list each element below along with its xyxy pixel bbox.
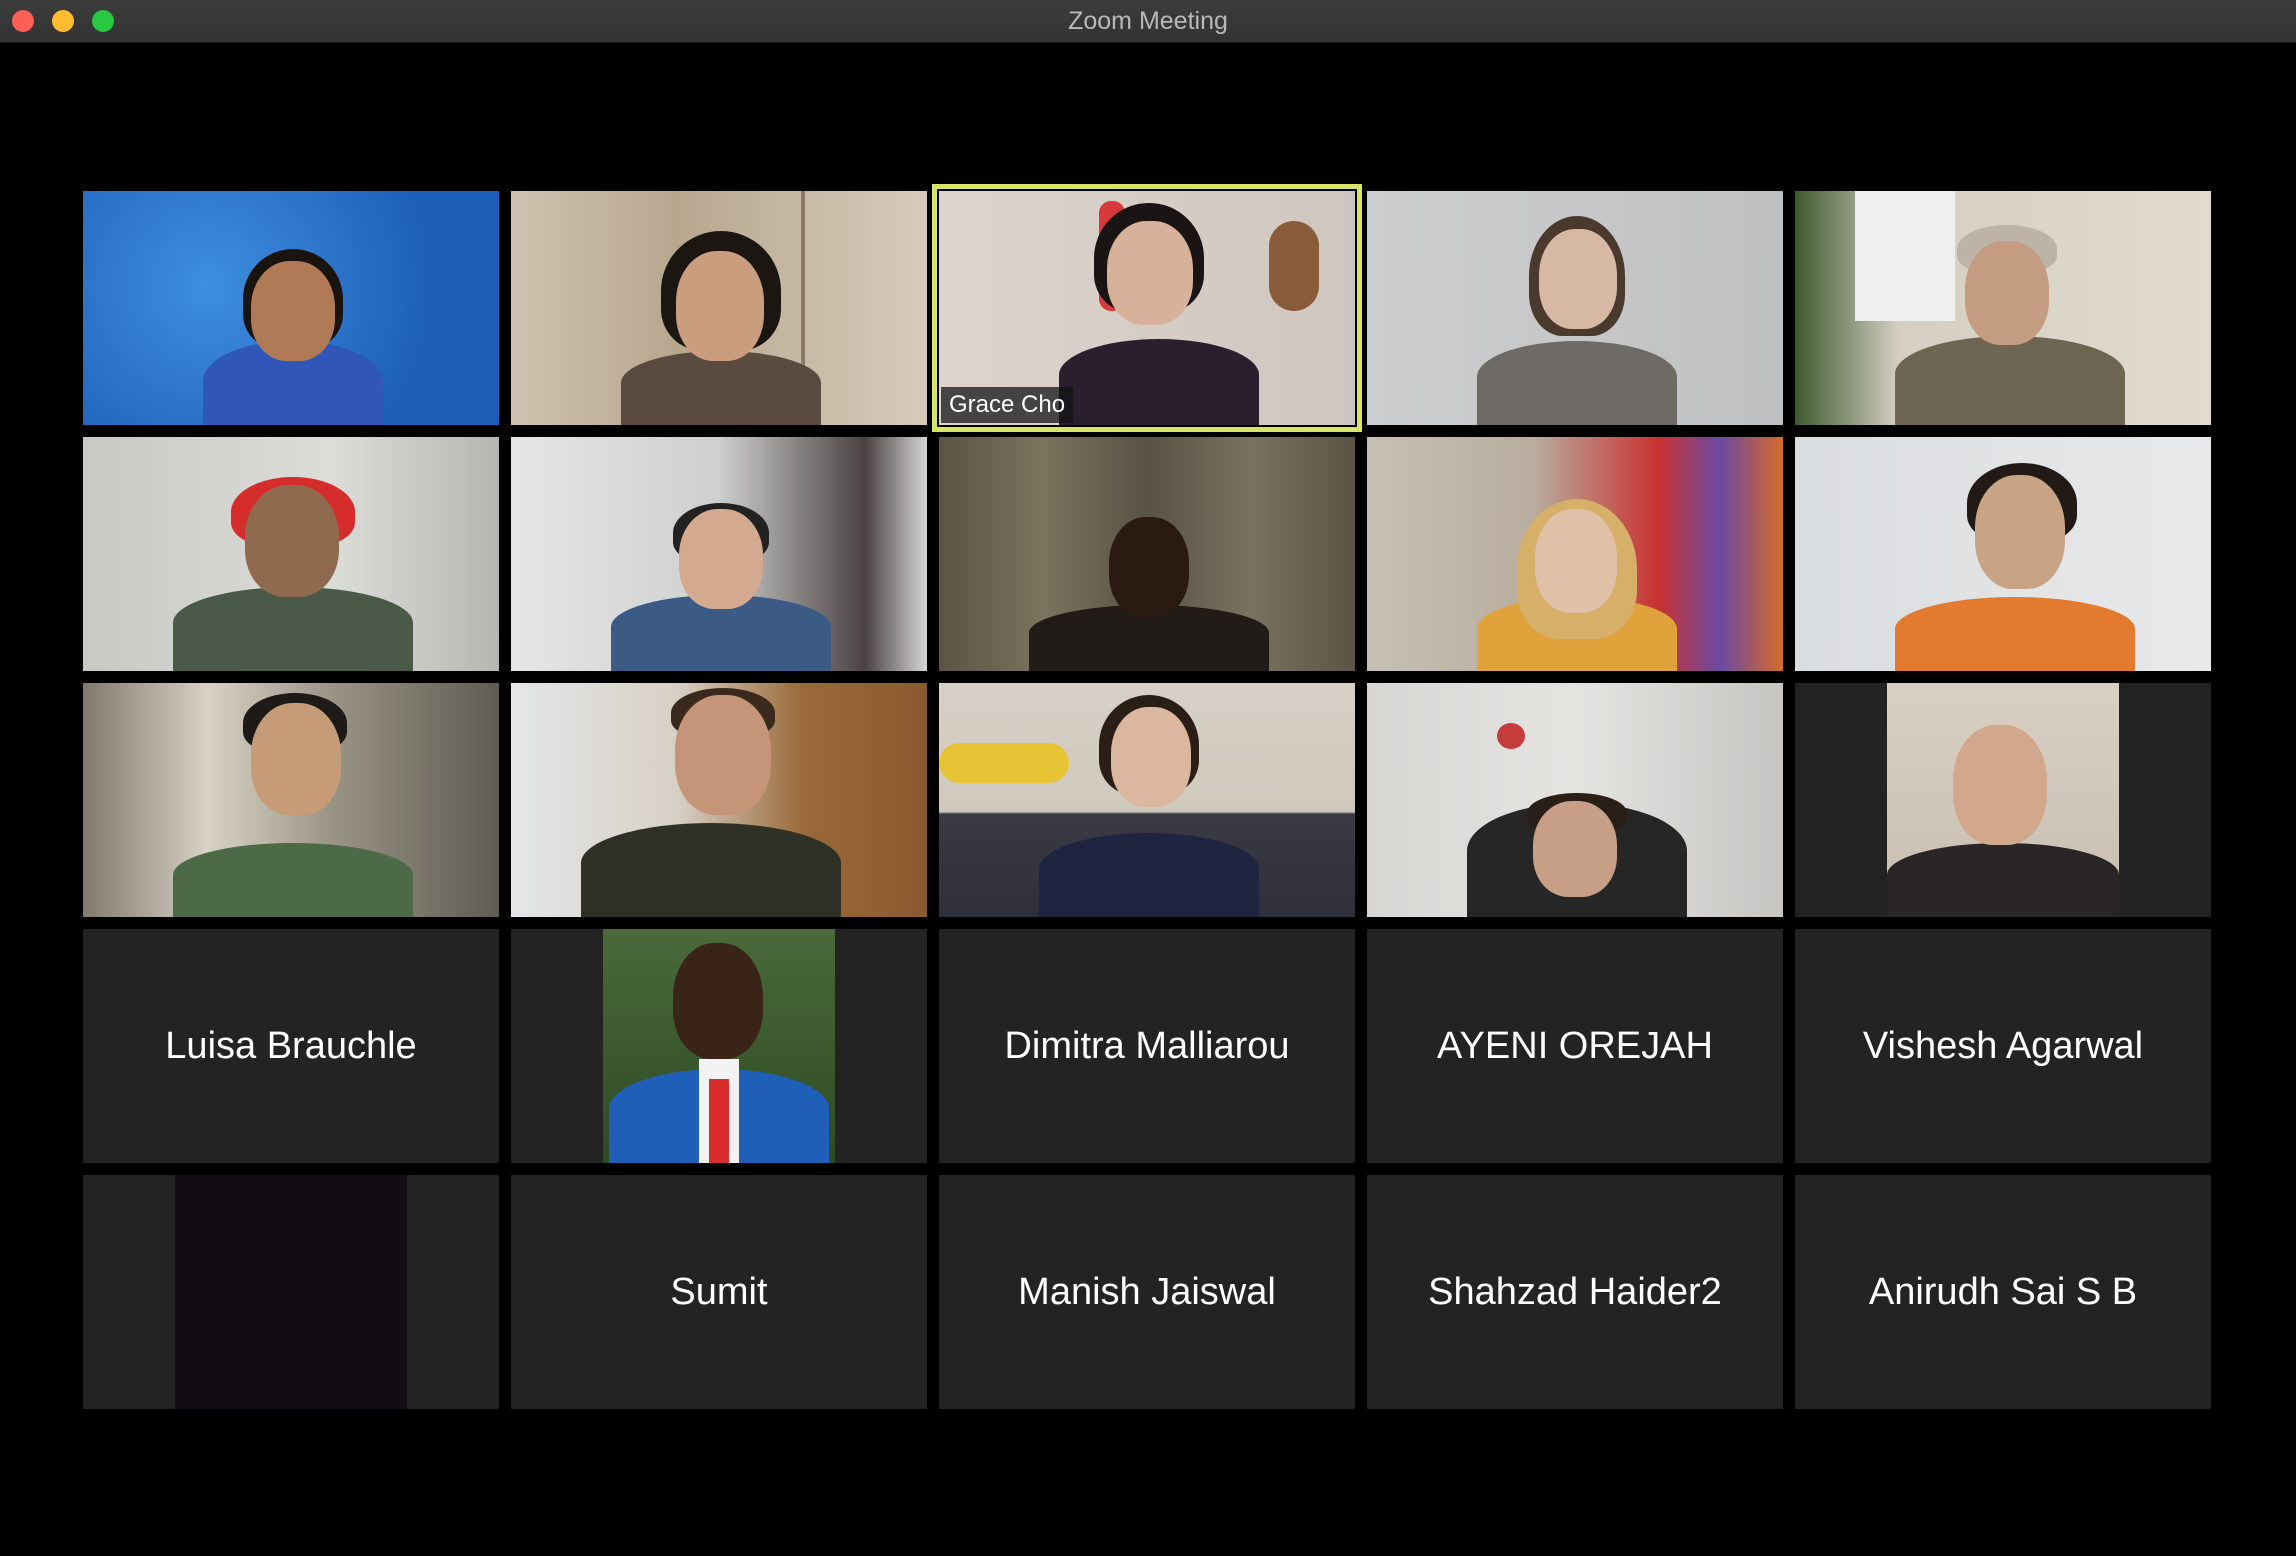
participant-tile[interactable] bbox=[939, 683, 1355, 917]
participant-tile[interactable] bbox=[511, 191, 927, 425]
participant-tile[interactable]: Shahzad Haider2 bbox=[1367, 1175, 1783, 1409]
participant-video bbox=[1887, 683, 2119, 917]
participant-profile-photo bbox=[603, 929, 835, 1163]
participant-video bbox=[511, 437, 927, 671]
participant-tile[interactable] bbox=[1795, 683, 2211, 917]
participant-tile[interactable] bbox=[1367, 191, 1783, 425]
participant-tile[interactable] bbox=[1795, 191, 2211, 425]
participant-tile[interactable] bbox=[511, 683, 927, 917]
participant-video bbox=[83, 437, 499, 671]
window-title: Zoom Meeting bbox=[1068, 7, 1228, 35]
participant-video bbox=[1795, 191, 2211, 425]
participant-name: Luisa Brauchle bbox=[165, 1024, 417, 1067]
participant-name: Manish Jaiswal bbox=[1018, 1270, 1276, 1313]
participant-tile[interactable]: AYENI OREJAH bbox=[1367, 929, 1783, 1163]
participant-video bbox=[511, 191, 927, 425]
participant-tile[interactable] bbox=[1367, 683, 1783, 917]
participant-name: Vishesh Agarwal bbox=[1862, 1024, 2144, 1067]
participant-name: Shahzad Haider2 bbox=[1428, 1270, 1722, 1313]
participant-name: Sumit bbox=[670, 1270, 768, 1313]
participant-tile[interactable]: Vishesh Agarwal bbox=[1795, 929, 2211, 1163]
participant-tile[interactable] bbox=[511, 437, 927, 671]
participant-name-label: Grace Cho bbox=[941, 387, 1074, 423]
participant-video bbox=[175, 1175, 407, 1409]
participant-tile[interactable] bbox=[83, 191, 499, 425]
participant-video bbox=[83, 683, 499, 917]
zoom-meeting-window: Zoom Meeting Grace Cho Luisa Brauchle Di… bbox=[0, 0, 2296, 1556]
gallery-view: Grace Cho Luisa Brauchle Dimitra Malliar… bbox=[83, 184, 2213, 1409]
participant-tile[interactable] bbox=[83, 683, 499, 917]
participant-tile[interactable]: Anirudh Sai S B bbox=[1795, 1175, 2211, 1409]
participant-video bbox=[939, 683, 1355, 917]
title-bar[interactable]: Zoom Meeting bbox=[0, 0, 2296, 43]
participant-video bbox=[939, 437, 1355, 671]
participant-video bbox=[1367, 191, 1783, 425]
participant-tile[interactable] bbox=[939, 437, 1355, 671]
participant-tile[interactable]: Luisa Brauchle bbox=[83, 929, 499, 1163]
participant-tile[interactable] bbox=[83, 437, 499, 671]
participant-video bbox=[1795, 437, 2211, 671]
participant-tile[interactable]: Sumit bbox=[511, 1175, 927, 1409]
participant-video bbox=[83, 191, 499, 425]
participant-tile[interactable] bbox=[83, 1175, 499, 1409]
participant-tile[interactable] bbox=[1795, 437, 2211, 671]
participant-video bbox=[1367, 437, 1783, 671]
participant-tile[interactable]: Dimitra Malliarou bbox=[939, 929, 1355, 1163]
participant-tile[interactable] bbox=[1367, 437, 1783, 671]
participant-name: AYENI OREJAH bbox=[1437, 1024, 1713, 1067]
participant-video bbox=[511, 683, 927, 917]
participant-tile[interactable] bbox=[511, 929, 927, 1163]
participant-tile[interactable]: Manish Jaiswal bbox=[939, 1175, 1355, 1409]
participant-video bbox=[1367, 683, 1783, 917]
participant-name: Dimitra Malliarou bbox=[1004, 1024, 1290, 1067]
participant-tile-active-speaker[interactable]: Grace Cho bbox=[932, 184, 1362, 432]
participant-name: Anirudh Sai S B bbox=[1868, 1270, 2138, 1313]
